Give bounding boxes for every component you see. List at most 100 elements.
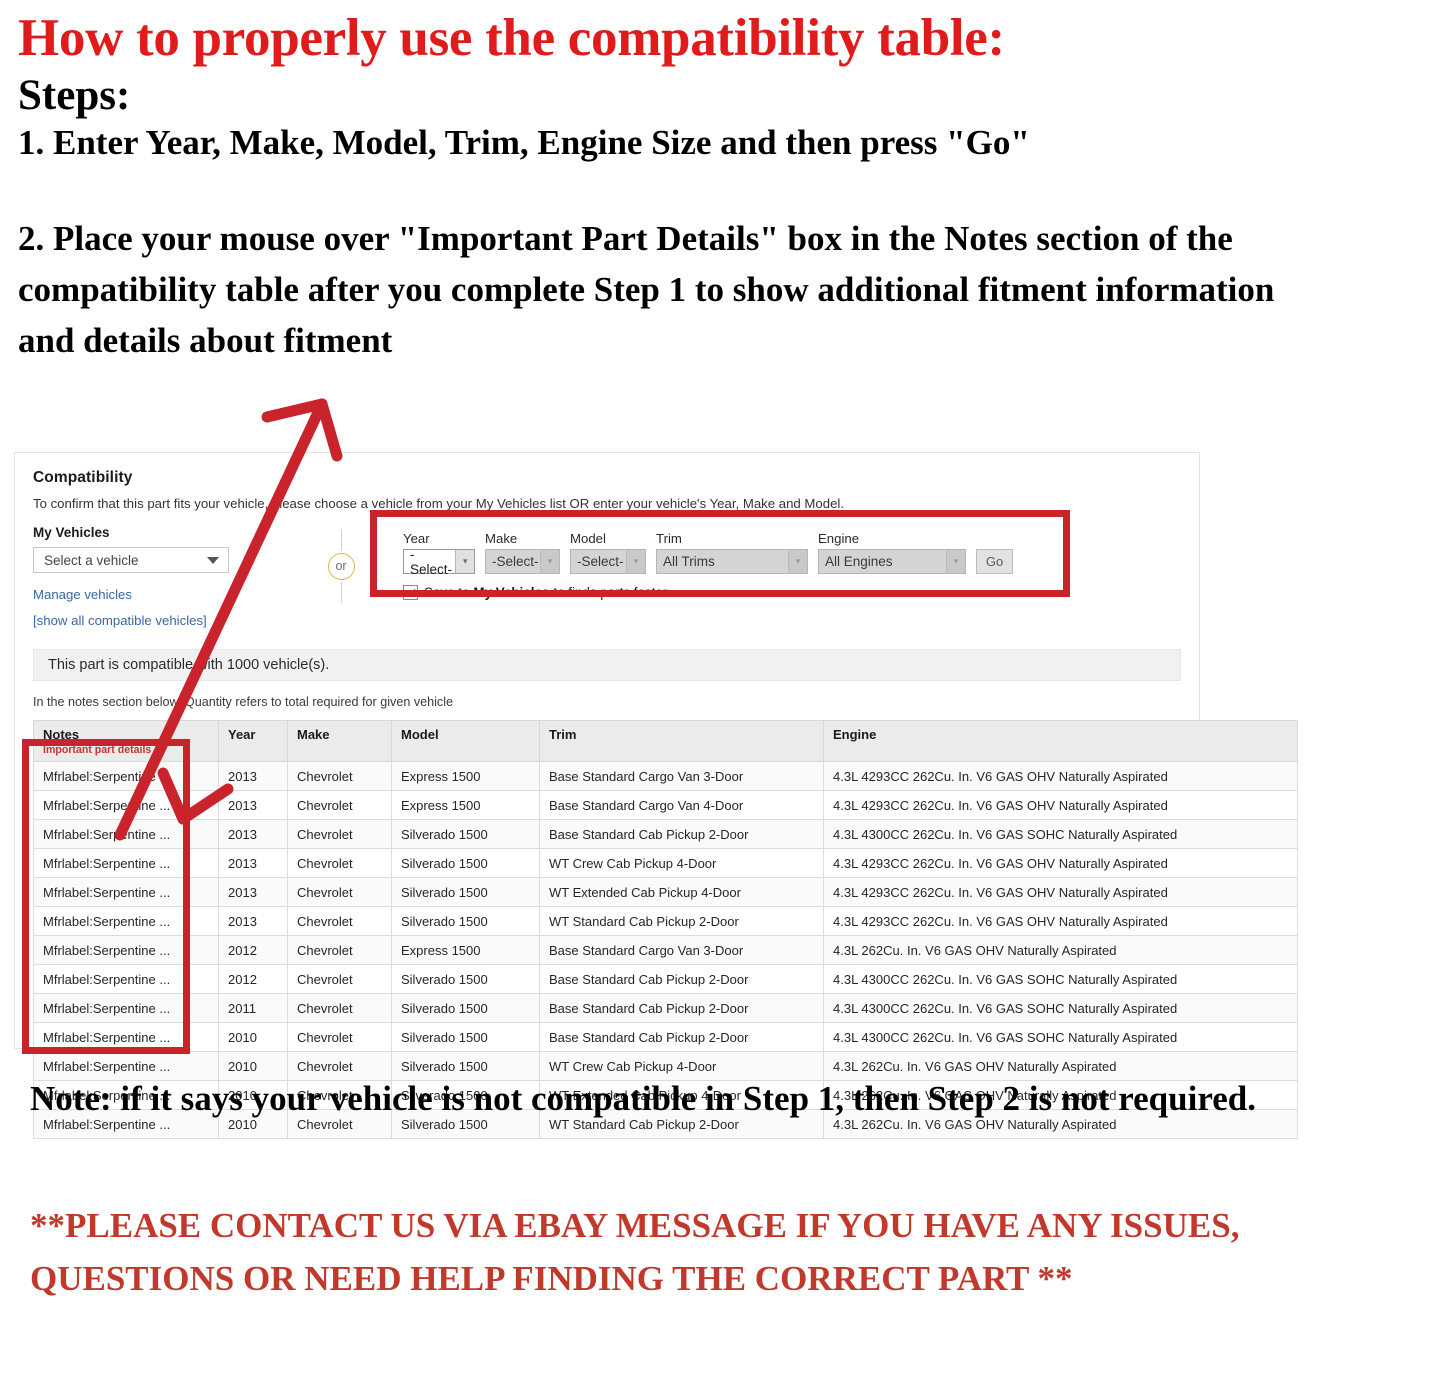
cell-model: Silverado 1500 [391,819,540,849]
cell-model: Silverado 1500 [391,906,540,936]
vehicle-lookup-fields: Year -Select- ▾ Make -Select- ▾ Model -S… [403,531,1013,577]
cell-year: 2012 [218,964,288,994]
year-label: Year [403,531,430,546]
chevron-down-icon: ▾ [788,550,807,573]
make-select-value: -Select- [492,554,539,569]
cell-trim: Base Standard Cab Pickup 2-Door [539,1022,824,1052]
step-1-text: 1. Enter Year, Make, Model, Trim, Engine… [18,122,1030,162]
chevron-down-icon: ▾ [455,550,474,573]
table-row: Mfrlabel:Serpentine ... 2013 Chevrolet Expr… [33,790,1298,820]
engine-select[interactable]: All Engines ▾ [818,549,966,574]
column-header-year: Year [218,720,288,762]
or-divider-line-bottom [340,581,342,603]
trim-select[interactable]: All Trims ▾ [656,549,808,574]
column-header-make: Make [287,720,392,762]
important-part-details-label: Important part details [43,744,152,756]
make-field: Make -Select- ▾ [485,531,560,574]
my-vehicles-select-value: Select a vehicle [44,552,139,568]
cell-model: Silverado 1500 [391,848,540,878]
cell-year: 2012 [218,935,288,965]
cell-trim: WT Extended Cab Pickup 4-Door [539,877,824,907]
manage-vehicles-link[interactable]: Manage vehicles [33,587,283,602]
cell-make: Chevrolet [287,761,392,791]
cell-engine: 4.3L 262Cu. In. V6 GAS OHV Naturally Asp… [823,935,1298,965]
vehicle-lookup-form: Year -Select- ▾ Make -Select- ▾ Model -S… [403,531,1013,600]
instructions-block: How to properly use the compatibility ta… [18,9,1408,366]
model-select-value: -Select- [577,554,624,569]
cell-engine: 4.3L 4293CC 262Cu. In. V6 GAS OHV Natura… [823,877,1298,907]
cell-model: Silverado 1500 [391,1022,540,1052]
make-label: Make [485,531,518,546]
cell-notes: Mfrlabel:Serpentine ... [33,790,219,820]
cell-trim: Base Standard Cargo Van 4-Door [539,790,824,820]
model-label: Model [570,531,606,546]
cell-notes: Mfrlabel:Serpentine ... [33,848,219,878]
fitment-table-header-row: Notes Important part details Year Make M… [33,720,1298,762]
cell-trim: Base Standard Cargo Van 3-Door [539,935,824,965]
page-title: How to properly use the compatibility ta… [18,9,1005,67]
cell-engine: 4.3L 4300CC 262Cu. In. V6 GAS SOHC Natur… [823,819,1298,849]
chevron-down-icon: ▾ [946,550,965,573]
save-suffix-label: to finds parts faster [553,585,668,600]
cell-model: Express 1500 [391,761,540,791]
or-badge: or [327,552,355,580]
cell-make: Chevrolet [287,1022,392,1052]
save-vehicle-checkbox[interactable] [403,585,418,600]
make-select[interactable]: -Select- ▾ [485,549,560,574]
compatibility-panel: Compatibility To confirm that this part … [14,452,1298,1139]
cell-make: Chevrolet [287,935,392,965]
cell-engine: 4.3L 4293CC 262Cu. In. V6 GAS OHV Natura… [823,906,1298,936]
cell-make: Chevrolet [287,993,392,1023]
save-bold-label: My Vehicles [473,585,550,600]
cell-year: 2013 [218,848,288,878]
go-button[interactable]: Go [976,549,1013,574]
cell-trim: WT Crew Cab Pickup 4-Door [539,848,824,878]
cell-notes: Mfrlabel:Serpentine ... [33,906,219,936]
table-row: Mfrlabel:Serpentine ... 2013 Chevrolet Silv… [33,848,1298,878]
compatibility-title: Compatibility [33,469,133,486]
cell-trim: Base Standard Cab Pickup 2-Door [539,964,824,994]
trim-field: Trim All Trims ▾ [656,531,808,574]
cell-year: 2010 [218,1022,288,1052]
year-select[interactable]: -Select- ▾ [403,547,475,577]
table-row: Mfrlabel:Serpentine ... 2013 Chevrolet Silv… [33,877,1298,907]
cell-year: 2013 [218,790,288,820]
cell-make: Chevrolet [287,964,392,994]
arrow-head-left [261,398,328,423]
trim-label: Trim [656,531,682,546]
engine-field: Engine All Engines ▾ [818,531,966,574]
column-header-trim: Trim [539,720,824,762]
fitment-table-head: Notes Important part details Year Make M… [33,720,1298,762]
cell-engine: 4.3L 4300CC 262Cu. In. V6 GAS SOHC Natur… [823,964,1298,994]
cell-notes: Mfrlabel:Serpentine ... [33,761,219,791]
quantity-note: In the notes section below, Quantity ref… [33,695,454,709]
save-to-my-vehicles-row[interactable]: Save to My Vehicles to finds parts faste… [403,585,1013,600]
table-row: Mfrlabel:Serpentine ... 2012 Chevrolet Expr… [33,935,1298,965]
cell-notes: Mfrlabel:Serpentine ... [33,993,219,1023]
cell-model: Express 1500 [391,935,540,965]
show-all-compatible-vehicles-link[interactable]: [show all compatible vehicles] [33,613,207,628]
cell-make: Chevrolet [287,790,392,820]
model-select[interactable]: -Select- ▾ [570,549,646,574]
cell-trim: WT Standard Cab Pickup 2-Door [539,906,824,936]
compatibility-header-area: Compatibility To confirm that this part … [15,453,1199,643]
table-row: Mfrlabel:Serpentine ... 2013 Chevrolet Silv… [33,906,1298,936]
cell-make: Chevrolet [287,848,392,878]
cell-engine: 4.3L 4293CC 262Cu. In. V6 GAS OHV Natura… [823,790,1298,820]
cell-make: Chevrolet [287,877,392,907]
my-vehicles-select[interactable]: Select a vehicle [33,547,229,573]
cell-notes: Mfrlabel:Serpentine ... [33,819,219,849]
vehicle-chooser-row: My Vehicles Select a vehicle Manage vehi… [33,525,1181,643]
my-vehicles-label: My Vehicles [33,525,110,540]
engine-label: Engine [818,531,860,546]
table-row: Mfrlabel:Serpentine ... 2012 Chevrolet Silv… [33,964,1298,994]
trim-select-value: All Trims [663,554,715,569]
column-header-engine: Engine [823,720,1298,762]
compatibility-subtitle: To confirm that this part fits your vehi… [33,496,844,511]
cell-engine: 4.3L 4300CC 262Cu. In. V6 GAS SOHC Natur… [823,993,1298,1023]
column-header-notes: Notes Important part details [33,720,219,762]
cell-trim: Base Standard Cab Pickup 2-Door [539,819,824,849]
cell-model: Silverado 1500 [391,993,540,1023]
or-divider-line-top [340,529,342,551]
step-2-text: 2. Place your mouse over "Important Part… [18,219,1275,360]
